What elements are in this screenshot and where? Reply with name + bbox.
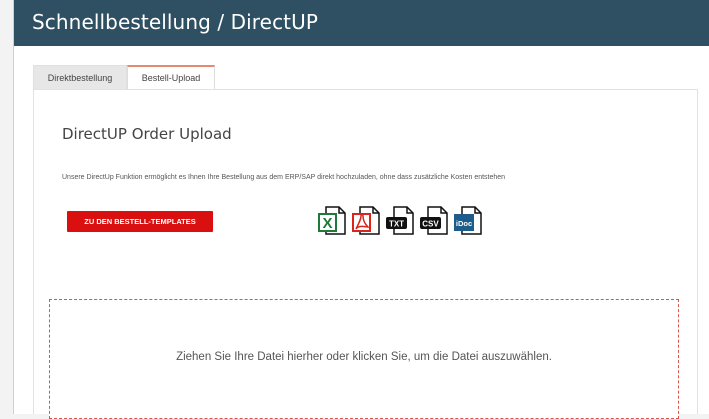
csv-file-label: CSV [422, 220, 439, 229]
bestell-templates-button[interactable]: ZU DEN BESTELL-TEMPLATES [67, 211, 213, 232]
section-description: Unsere DirectUp Funktion ermöglicht es I… [62, 174, 506, 181]
dropzone-text: Ziehen Sie Ihre Datei hierher oder klick… [176, 351, 552, 363]
page-header: Schnellbestellung / DirectUP [14, 0, 709, 46]
section-title: DirectUP Order Upload [62, 125, 232, 143]
idoc-file-label: iDoc [456, 219, 472, 228]
tab-bestell-upload[interactable]: Bestell-Upload [127, 65, 215, 90]
excel-file-icon[interactable]: X [317, 205, 347, 236]
tab-direktbestellung[interactable]: Direktbestellung [33, 65, 127, 90]
csv-file-icon[interactable]: CSV [419, 205, 449, 236]
file-dropzone[interactable]: Ziehen Sie Ihre Datei hierher oder klick… [49, 299, 679, 419]
txt-file-icon[interactable]: TXT [385, 205, 415, 236]
file-type-icons: X TXT CSV iDoc [317, 205, 497, 237]
app-window: Schnellbestellung / DirectUP Direktbeste… [13, 0, 709, 419]
excel-file-label: X [322, 215, 332, 232]
txt-file-label: TXT [389, 220, 404, 229]
page-title: Schnellbestellung / DirectUP [32, 10, 319, 34]
idoc-file-icon[interactable]: iDoc [453, 205, 483, 236]
tab-bar: Direktbestellung Bestell-Upload [33, 65, 698, 90]
pdf-file-icon[interactable] [351, 205, 381, 236]
